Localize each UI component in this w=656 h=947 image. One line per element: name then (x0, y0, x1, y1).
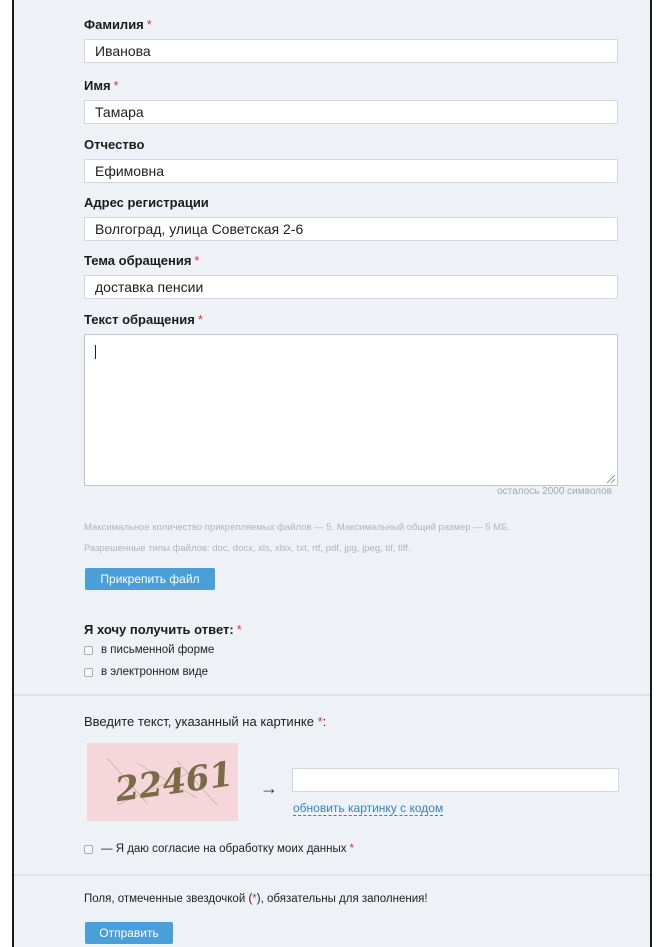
refresh-captcha-link[interactable]: обновить картинку с кодом (293, 801, 444, 816)
captcha-label: Введите текст, указанный на картинке *: (84, 714, 327, 729)
checkbox-electronic[interactable] (84, 667, 93, 677)
section-divider (14, 694, 650, 696)
required-asterisk: * (236, 622, 242, 637)
subject-label: Тема обращения (84, 253, 192, 268)
section-divider (14, 874, 650, 876)
required-asterisk: * (197, 312, 203, 327)
attachments-hint-types: Разрешенные типы файлов: doc, docx, xls,… (84, 543, 411, 554)
name-label: Имя (84, 78, 111, 93)
required-fields-note: Поля, отмеченные звездочкой (*), обязате… (84, 893, 428, 905)
surname-field: Фамилия * Иванова (84, 17, 618, 63)
message-field: Текст обращения * (84, 312, 618, 486)
address-field: Адрес регистрации Волгоград, улица Совет… (84, 195, 618, 241)
attachments-hint-limits: Максимальное количество прикрепляемых фа… (84, 522, 510, 533)
name-field: Имя * Тамара (84, 78, 618, 124)
required-asterisk: * (349, 843, 355, 855)
subject-field: Тема обращения * доставка пенсии (84, 253, 618, 299)
address-input[interactable]: Волгоград, улица Советская 2-6 (84, 217, 618, 241)
subject-input[interactable]: доставка пенсии (84, 275, 618, 299)
text-caret (95, 345, 96, 359)
message-label: Текст обращения (84, 312, 195, 327)
required-asterisk: * (194, 253, 200, 268)
required-asterisk: * (113, 78, 119, 93)
form-panel: Фамилия * Иванова Имя * Тамара Отчество Еф… (12, 0, 652, 947)
consent-checkbox[interactable] (84, 844, 93, 854)
submit-button[interactable]: Отправить (85, 922, 173, 944)
arrow-right-icon: → (260, 778, 278, 798)
name-input[interactable]: Тамара (84, 100, 618, 124)
resize-handle-icon[interactable] (607, 475, 615, 483)
captcha-input[interactable] (292, 768, 619, 792)
address-label: Адрес регистрации (84, 195, 209, 210)
message-textarea[interactable] (84, 334, 618, 486)
captcha-image-graphic: 22461 (87, 743, 238, 821)
patronymic-label: Отчество (84, 137, 145, 152)
surname-input[interactable]: Иванова (84, 39, 618, 63)
attach-file-button[interactable]: Прикрепить файл (85, 568, 215, 590)
patronymic-input[interactable]: Ефимовна (84, 159, 618, 183)
captcha-image: 22461 (87, 743, 238, 821)
required-asterisk: * (146, 17, 152, 32)
response-option-written-label: в письменной форме (101, 644, 215, 656)
patronymic-field: Отчество Ефимовна (84, 137, 618, 183)
surname-label: Фамилия (84, 17, 144, 32)
response-label: Я хочу получить ответ: * (84, 622, 242, 637)
consent-row[interactable]: — Я даю согласие на обработку моих данны… (84, 843, 354, 855)
checkbox-written[interactable] (84, 645, 93, 655)
response-option-electronic-label: в электронном виде (101, 666, 209, 678)
character-counter: осталось 2000 символов (497, 486, 612, 497)
response-option-written[interactable]: в письменной форме (84, 644, 214, 656)
response-option-electronic[interactable]: в электронном виде (84, 666, 208, 678)
consent-label: — Я даю согласие на обработку моих данны… (101, 843, 347, 855)
